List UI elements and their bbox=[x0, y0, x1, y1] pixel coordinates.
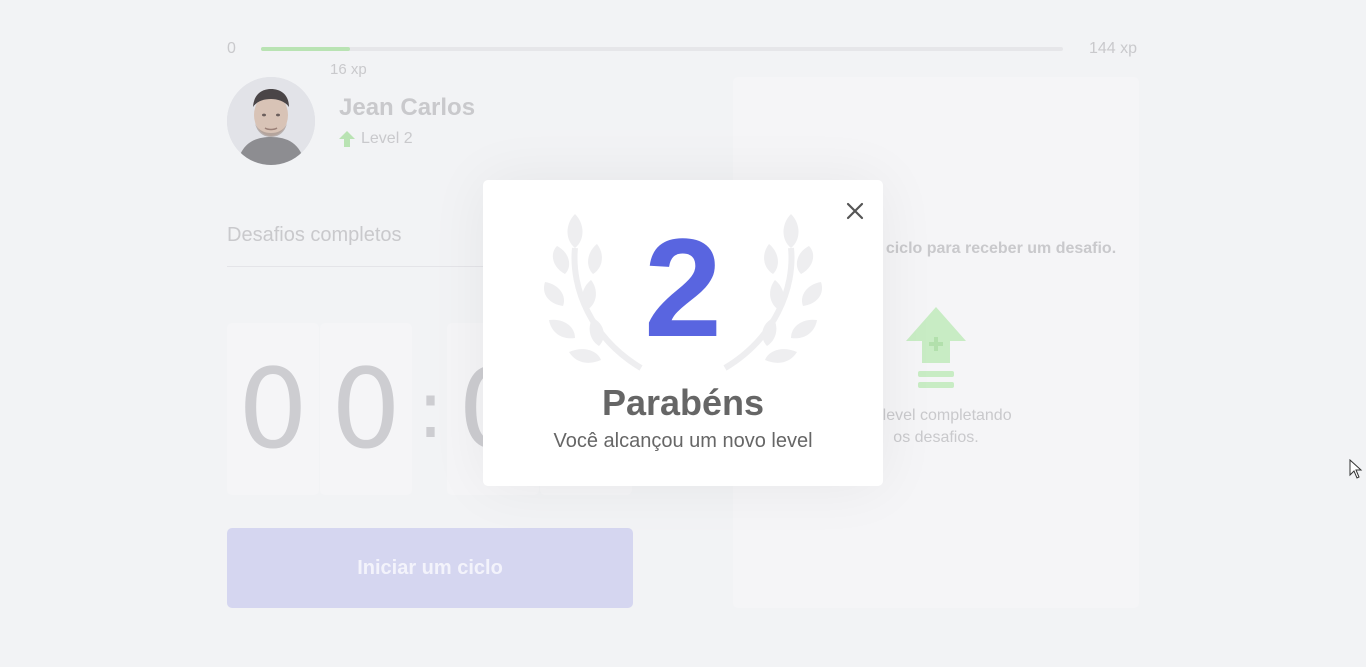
close-icon bbox=[846, 202, 864, 220]
level-up-modal: 2 Parabéns Você alcançou um novo level bbox=[483, 180, 883, 486]
modal-overlay: 2 Parabéns Você alcançou um novo level bbox=[0, 0, 1366, 667]
new-level-number: 2 bbox=[644, 209, 722, 366]
close-modal-button[interactable] bbox=[842, 198, 868, 224]
mouse-cursor-icon bbox=[1349, 459, 1363, 479]
modal-subtitle: Você alcançou um novo level bbox=[553, 430, 813, 452]
modal-title: Parabéns bbox=[601, 382, 765, 423]
app-page: 0 16 xp 144 xp Jean Carlos Level 2 Desaf… bbox=[0, 0, 1366, 667]
